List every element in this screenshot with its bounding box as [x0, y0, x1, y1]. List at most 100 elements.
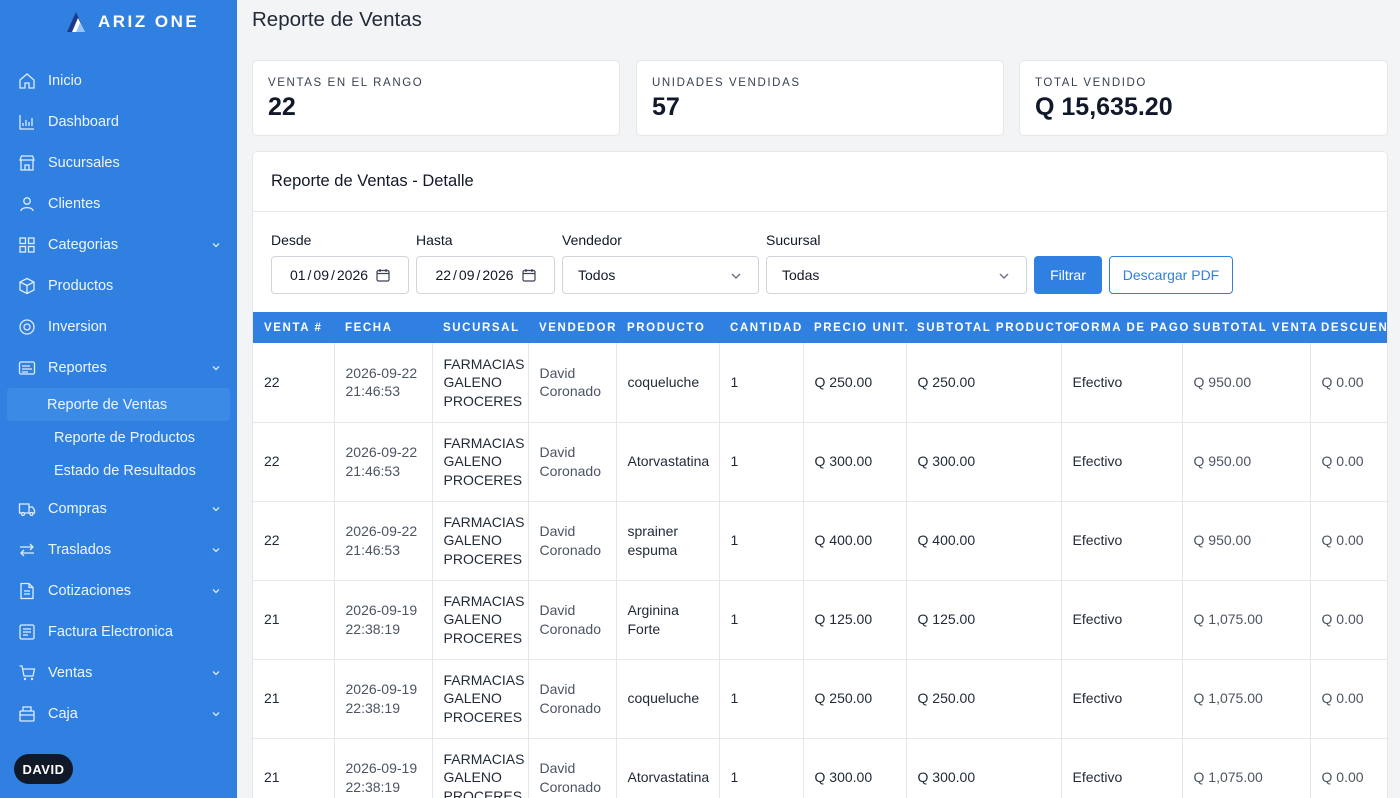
- column-header[interactable]: Fecha: [334, 312, 432, 343]
- sidebar-item-label: Categorias: [48, 236, 119, 253]
- submenu-item-reporte-de-productos[interactable]: Reporte de Productos: [7, 421, 230, 455]
- precio-cell: Q 300.00: [803, 422, 907, 502]
- vendedor-cell: David Coronado: [528, 422, 617, 502]
- sidebar-item-label: Clientes: [48, 195, 101, 212]
- chevron-down-icon: [212, 670, 220, 675]
- sidebar-item-factura-electronica[interactable]: Factura Electronica: [0, 611, 237, 652]
- reportes-submenu: Reporte de Ventas Reporte de Productos Est…: [0, 388, 237, 488]
- sidebar-item-reportes[interactable]: Reportes: [0, 347, 237, 388]
- sidebar-item-label: Productos: [48, 277, 114, 294]
- desde-label: Desde: [271, 232, 312, 248]
- page-title: Reporte de Ventas: [252, 8, 422, 31]
- sucursal-cell: FARMACIAS GALENO PROCERES: [432, 501, 529, 581]
- sucursal-select[interactable]: Todas: [766, 256, 1027, 294]
- stat-card-ventas: Ventas en el rango 22: [252, 60, 620, 136]
- fecha-cell: 2026-09-19 22:38:19: [334, 738, 433, 798]
- table-row[interactable]: 21 2026-09-19 22:38:19 FARMACIAS GALENO PR…: [253, 738, 1387, 798]
- hasta-date-input[interactable]: 22/ 09/ 2026: [416, 256, 555, 294]
- stat-value: Q 15,635.20: [1035, 93, 1173, 121]
- sidebar-item-productos[interactable]: Productos: [0, 265, 237, 306]
- sucursal-cell: FARMACIAS GALENO PROCERES: [432, 738, 529, 798]
- sidebar-item-clientes[interactable]: Clientes: [0, 183, 237, 224]
- report-icon: [18, 359, 36, 377]
- truck-icon: [18, 500, 36, 518]
- sidebar-item-inicio[interactable]: Inicio: [0, 60, 237, 101]
- submenu-item-reporte-de-ventas[interactable]: Reporte de Ventas: [7, 388, 230, 421]
- sidebar-item-dashboard[interactable]: Dashboard: [0, 101, 237, 142]
- fecha-cell: 2026-09-22 21:46:53: [334, 501, 433, 581]
- sidebar-item-categorias[interactable]: Categorias: [0, 224, 237, 265]
- sucursal-label: Sucursal: [766, 232, 821, 248]
- cantidad-cell: 1: [719, 580, 804, 660]
- desde-year: 2026: [336, 267, 369, 283]
- table-row[interactable]: 22 2026-09-22 21:46:53 FARMACIAS GALENO PR…: [253, 422, 1387, 502]
- venta-cell: 22: [253, 422, 335, 502]
- sales-table-wrap[interactable]: Venta # Fecha Sucursal Vendedor Producto Cant…: [253, 312, 1387, 798]
- cantidad-cell: 1: [719, 343, 804, 423]
- sucursal-cell: FARMACIAS GALENO PROCERES: [432, 580, 529, 660]
- vendedor-label: Vendedor: [562, 232, 622, 248]
- column-header[interactable]: Producto: [616, 312, 719, 343]
- sidebar-item-sucursales[interactable]: Sucursales: [0, 142, 237, 183]
- cashbox-icon: [18, 705, 36, 723]
- fecha-cell: 2026-09-22 21:46:53: [334, 343, 433, 423]
- subtotal-venta-cell: Q 950.00: [1182, 422, 1311, 502]
- forma-pago-cell: Efectivo: [1061, 343, 1183, 423]
- sidebar-item-cotizaciones[interactable]: Cotizaciones: [0, 570, 237, 611]
- subtotal-producto-cell: Q 300.00: [906, 738, 1062, 798]
- sidebar-item-label: Sucursales: [48, 154, 120, 171]
- submenu-item-estado-de-resultados[interactable]: Estado de Resultados: [7, 455, 230, 489]
- desde-date-input[interactable]: 01/ 09/ 2026: [271, 256, 409, 294]
- coin-icon: [18, 318, 36, 336]
- table-row[interactable]: 21 2026-09-19 22:38:19 FARMACIAS GALENO PR…: [253, 659, 1387, 739]
- column-header[interactable]: Subtotal Producto: [906, 312, 1073, 343]
- subtotal-producto-cell: Q 250.00: [906, 343, 1062, 423]
- sidebar-item-label: Traslados: [48, 541, 112, 558]
- sidebar-item-label: Reportes: [48, 359, 107, 376]
- chevron-down-icon: [212, 547, 220, 552]
- cantidad-cell: 1: [719, 422, 804, 502]
- users-icon: [18, 195, 36, 213]
- calendar-icon[interactable]: [376, 268, 390, 282]
- stat-caption: Ventas en el rango: [268, 77, 424, 89]
- cube-icon: [18, 277, 36, 295]
- stat-value: 57: [652, 93, 680, 121]
- vendedor-select[interactable]: Todos: [562, 256, 759, 294]
- sidebar-item-caja[interactable]: Caja: [0, 693, 237, 734]
- table-row[interactable]: 22 2026-09-22 21:46:53 FARMACIAS GALENO PR…: [253, 343, 1387, 423]
- app-logo[interactable]: ARIZ ONE: [64, 10, 199, 34]
- sidebar: ARIZ ONE Inicio Dashboard Sucursales Cli…: [0, 0, 237, 798]
- fecha-cell: 2026-09-19 22:38:19: [334, 659, 433, 739]
- venta-cell: 21: [253, 738, 335, 798]
- sidebar-item-compras[interactable]: Compras: [0, 488, 237, 529]
- user-badge[interactable]: DAVID: [14, 754, 73, 784]
- column-header[interactable]: Subtotal Venta: [1182, 312, 1316, 343]
- column-header[interactable]: Venta #: [253, 312, 334, 343]
- column-header[interactable]: Forma de Pago: [1061, 312, 1188, 343]
- filter-button[interactable]: Filtrar: [1034, 256, 1102, 294]
- column-header[interactable]: Sucursal: [432, 312, 528, 343]
- sidebar-item-ventas[interactable]: Ventas: [0, 652, 237, 693]
- download-pdf-button[interactable]: Descargar PDF: [1109, 256, 1233, 294]
- calendar-icon[interactable]: [521, 268, 536, 282]
- sidebar-item-traslados[interactable]: Traslados: [0, 529, 237, 570]
- grid-icon: [18, 236, 36, 254]
- stat-caption: Unidades vendidas: [652, 77, 801, 89]
- hasta-year: 2026: [482, 267, 514, 283]
- chart-icon: [18, 113, 36, 131]
- sidebar-item-label: Inversion: [48, 318, 107, 335]
- fecha-cell: 2026-09-22 21:46:53: [334, 422, 433, 502]
- column-header[interactable]: Cantidad: [719, 312, 803, 343]
- column-header[interactable]: Vendedor: [528, 312, 616, 343]
- column-header[interactable]: Descuento: [1310, 312, 1387, 343]
- sidebar-item-label: Caja: [48, 705, 78, 722]
- descuento-cell: Q 0.00: [1310, 659, 1387, 739]
- table-row[interactable]: 22 2026-09-22 21:46:53 FARMACIAS GALENO PR…: [253, 501, 1387, 581]
- column-header[interactable]: Precio Unit.: [803, 312, 908, 343]
- forma-pago-cell: Efectivo: [1061, 659, 1183, 739]
- producto-cell: Atorvastatina: [616, 422, 720, 502]
- subtotal-producto-cell: Q 300.00: [906, 422, 1062, 502]
- sidebar-item-inversion[interactable]: Inversion: [0, 306, 237, 347]
- table-row[interactable]: 21 2026-09-19 22:38:19 FARMACIAS GALENO PR…: [253, 580, 1387, 660]
- stat-card-total: Total vendido Q 15,635.20: [1019, 60, 1388, 136]
